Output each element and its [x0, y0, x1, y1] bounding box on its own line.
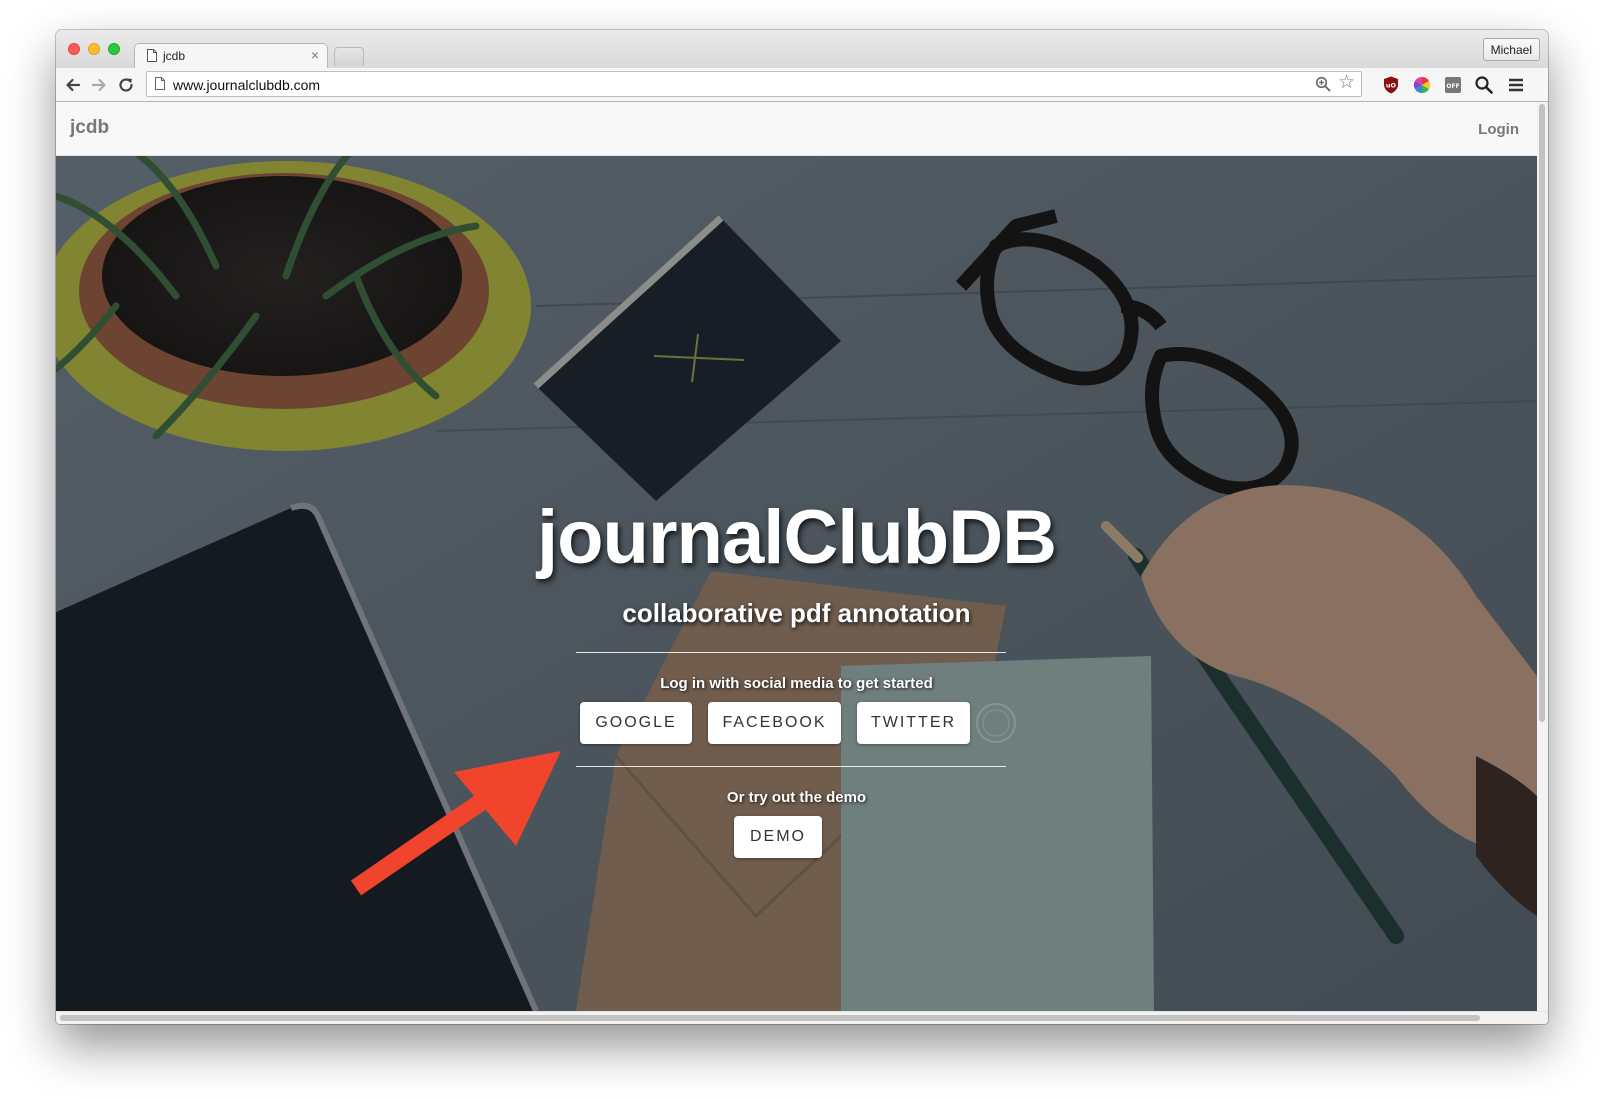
- divider-bottom: [576, 766, 1006, 767]
- site-brand[interactable]: jcdb: [70, 117, 109, 139]
- reload-icon[interactable]: [117, 76, 135, 94]
- red-arrow-icon: [350, 751, 561, 896]
- hero-subtitle: collaborative pdf annotation: [622, 598, 971, 628]
- off-toggle-icon[interactable]: OFF: [1443, 75, 1463, 95]
- new-tab-button[interactable]: [334, 47, 364, 66]
- demo-prompt: Or try out the demo: [726, 789, 867, 806]
- svg-text:OFF: OFF: [1446, 83, 1459, 90]
- horizontal-scroll-thumb[interactable]: [60, 1015, 1480, 1021]
- facebook-login-button[interactable]: FACEBOOK: [708, 702, 841, 744]
- svg-text:uO: uO: [1386, 82, 1397, 90]
- zoom-icon[interactable]: [1315, 76, 1331, 92]
- back-arrow-icon[interactable]: [64, 76, 82, 94]
- browser-tab[interactable]: jcdb ×: [134, 43, 328, 70]
- address-bar[interactable]: www.journalclubdb.com ☆: [146, 71, 1362, 97]
- browser-titlebar: jcdb × Michael: [56, 30, 1548, 70]
- vertical-scroll-thumb[interactable]: [1539, 104, 1545, 722]
- profile-button[interactable]: Michael: [1482, 38, 1540, 61]
- window-maximize-button[interactable]: [108, 43, 120, 55]
- window-minimize-button[interactable]: [88, 43, 100, 55]
- social-login-prompt: Log in with social media to get started: [660, 675, 933, 692]
- horizontal-scrollbar[interactable]: [56, 1011, 1548, 1024]
- site-navbar: jcdb Login: [56, 102, 1537, 156]
- bookmark-star-icon[interactable]: ☆: [1338, 73, 1355, 93]
- window-close-button[interactable]: [68, 43, 80, 55]
- url-text: www.journalclubdb.com: [173, 77, 321, 93]
- tab-close-icon[interactable]: ×: [311, 47, 319, 63]
- tab-title: jcdb: [163, 49, 186, 63]
- hero-section: journalClubDB collaborative pdf annotati…: [56, 156, 1537, 1011]
- browser-window: jcdb × Michael www.journalclubdb.com ☆ u…: [56, 30, 1548, 1024]
- menu-icon[interactable]: [1506, 75, 1526, 95]
- login-link[interactable]: Login: [1478, 121, 1519, 138]
- watermark-seal-icon: [976, 703, 1016, 743]
- hero-dark-overlay: [56, 156, 1537, 1011]
- browser-toolbar: www.journalclubdb.com ☆ uO OFF: [56, 68, 1548, 102]
- page-viewport: jcdb Login journalClubDB collaborative p…: [56, 102, 1537, 1011]
- hero-title: journalClubDB: [537, 495, 1057, 580]
- page-icon: [155, 77, 165, 90]
- demo-button[interactable]: DEMO: [734, 816, 822, 858]
- vertical-scrollbar[interactable]: [1537, 102, 1548, 1011]
- twitter-login-button[interactable]: TWITTER: [857, 702, 970, 744]
- color-picker-icon[interactable]: [1412, 75, 1432, 95]
- forward-arrow-icon[interactable]: [90, 76, 108, 94]
- ublock-icon[interactable]: uO: [1381, 75, 1401, 95]
- google-login-button[interactable]: GOOGLE: [580, 702, 692, 744]
- document-icon: [147, 49, 157, 62]
- search-icon[interactable]: [1474, 75, 1494, 95]
- divider-top: [576, 652, 1006, 653]
